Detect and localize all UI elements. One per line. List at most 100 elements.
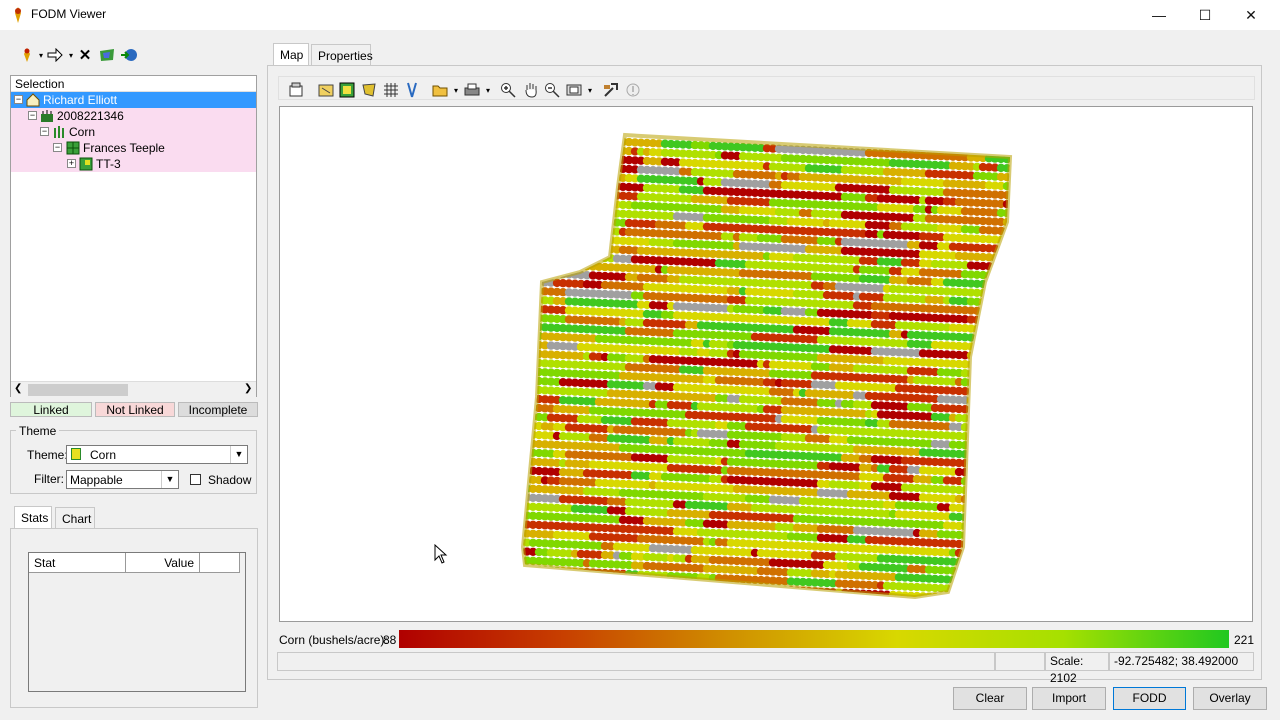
collapse-icon[interactable]: − [40, 127, 49, 136]
yield-point [1008, 524, 1010, 533]
polygon-icon[interactable] [360, 81, 378, 99]
chevron-down-icon[interactable]: ▼ [161, 471, 178, 488]
scroll-right-icon[interactable]: ❯ [244, 383, 252, 394]
yield-point [594, 244, 604, 253]
yield-point [582, 577, 592, 586]
yield-point [570, 594, 580, 597]
import-button[interactable]: Import [1032, 687, 1106, 710]
yield-point [588, 199, 598, 208]
chevron-down-icon[interactable]: ▾ [479, 81, 497, 99]
clear-button[interactable]: Clear [953, 687, 1027, 710]
yield-point [523, 223, 526, 232]
layers-icon[interactable] [287, 81, 305, 99]
tree-item-label: Richard Elliott [43, 93, 118, 107]
yield-point [1008, 290, 1010, 299]
yield-point [546, 584, 556, 593]
yield-point [966, 567, 976, 576]
grid-icon[interactable] [382, 81, 400, 99]
yield-point [624, 596, 634, 597]
map-canvas[interactable] [279, 106, 1253, 622]
yield-point [564, 594, 574, 597]
yield-point [528, 277, 538, 287]
yield-point [978, 513, 988, 523]
delete-icon[interactable]: ✕ [76, 46, 94, 64]
yield-point [943, 602, 951, 610]
zoom-in-icon[interactable] [499, 81, 517, 99]
fodd-button[interactable]: FODD [1113, 687, 1186, 710]
yield-point [978, 324, 988, 334]
zoom-out-icon[interactable] [543, 81, 561, 99]
theme-select[interactable]: Corn ▼ [66, 445, 248, 464]
pan-hand-icon[interactable] [522, 81, 540, 99]
yield-point [996, 253, 1006, 263]
maximize-button[interactable]: ☐ [1182, 0, 1228, 30]
tools-icon[interactable] [602, 81, 620, 99]
yield-point [972, 549, 982, 558]
yield-point [1008, 425, 1010, 434]
tab-properties[interactable]: Properties [311, 44, 373, 66]
yield-point [990, 523, 1000, 532]
yield-point [612, 587, 622, 596]
yield-point [978, 567, 988, 577]
grid-map-icon[interactable] [338, 81, 356, 99]
yield-point [552, 215, 562, 225]
map-icon[interactable] [98, 46, 116, 64]
info-icon[interactable] [624, 81, 642, 99]
close-button[interactable]: ✕ [1228, 0, 1274, 30]
chevron-down-icon[interactable]: ▾ [581, 81, 599, 99]
tab-chart[interactable]: Chart [55, 507, 95, 529]
yield-point [546, 593, 556, 597]
yield-point [528, 268, 538, 278]
column-header-value[interactable]: Value [126, 553, 200, 573]
tab-map[interactable]: Map [273, 43, 309, 65]
yield-point [582, 244, 592, 253]
yield-point [654, 580, 664, 589]
yield-point [672, 590, 682, 597]
yield-point [570, 189, 580, 198]
yield-point [511, 376, 519, 384]
scroll-left-icon[interactable]: ❮ [14, 383, 22, 394]
yield-point [606, 596, 616, 597]
yield-point [523, 475, 526, 484]
yield-point [594, 208, 604, 217]
shadow-checkbox[interactable] [190, 474, 201, 485]
yield-point [523, 277, 526, 286]
yield-point [1008, 317, 1010, 326]
tree-item-richard-elliott[interactable]: − Richard Elliott [11, 92, 256, 108]
tree-item-2008221346[interactable]: − 2008221346 [11, 108, 256, 124]
column-header-stat[interactable]: Stat [29, 553, 126, 573]
yield-point [871, 608, 879, 616]
expand-icon[interactable]: + [67, 159, 76, 168]
collapse-icon[interactable]: − [14, 95, 23, 104]
yield-point [966, 540, 976, 549]
tree-horizontal-scrollbar[interactable]: ❮ ❯ [11, 381, 256, 398]
yield-point [523, 322, 526, 331]
yield-point [534, 178, 544, 188]
filter-select[interactable]: Mappable ▼ [66, 470, 179, 489]
stats-table[interactable]: Stat Value [28, 552, 246, 692]
yield-point [990, 289, 1000, 298]
split-icon[interactable] [403, 81, 421, 99]
select-area-icon[interactable] [317, 81, 335, 99]
yield-point [990, 406, 1000, 415]
tree-item-corn[interactable]: − Corn [11, 124, 256, 140]
yield-point [984, 478, 994, 487]
tab-stats[interactable]: Stats [14, 506, 52, 528]
collapse-icon[interactable]: − [53, 143, 62, 152]
overlay-button[interactable]: Overlay [1193, 687, 1267, 710]
yield-point [523, 430, 526, 439]
yield-point [1015, 191, 1023, 199]
scrollbar-thumb[interactable] [28, 384, 128, 396]
yield-point [966, 558, 976, 567]
yield-point [829, 597, 837, 605]
yield-point [1008, 272, 1010, 281]
tree-item-tt-3[interactable]: + TT-3 [11, 156, 256, 172]
yield-point [511, 475, 519, 483]
minimize-button[interactable]: — [1136, 0, 1182, 30]
yield-point [1008, 218, 1010, 227]
yield-point [978, 342, 988, 352]
globe-icon[interactable] [120, 46, 138, 64]
collapse-icon[interactable]: − [28, 111, 37, 120]
tree-item-frances-teeple[interactable]: − Frances Teeple [11, 140, 256, 156]
chevron-down-icon[interactable]: ▼ [230, 446, 247, 463]
